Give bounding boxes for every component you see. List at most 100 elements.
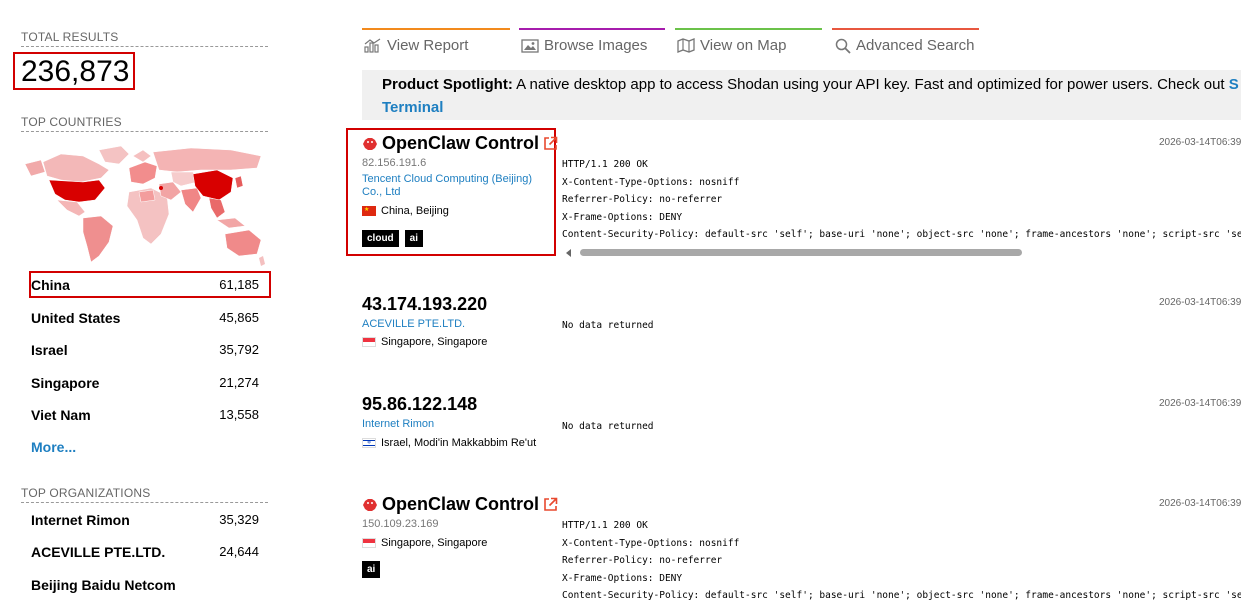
result-timestamp: 2026-03-14T06:39 [1159,398,1241,409]
banner-line: Referrer-Policy: no-referrer [562,194,723,205]
tab-label: Advanced Search [856,37,975,54]
tab-advanced-search[interactable]: Advanced Search [835,37,974,54]
banner-line: Referrer-Policy: no-referrer [562,555,723,566]
country-row-viet-nam[interactable]: Viet Nam 13,558 [31,407,259,423]
banner-line: HTTP/1.1 200 OK [562,159,648,170]
total-results-title: TOTAL RESULTS [21,30,119,44]
search-icon [835,38,851,54]
tag-ai[interactable]: ai [404,230,424,247]
tab-view-report[interactable]: View Report [364,37,468,54]
location-text: China, Beijing [381,205,449,217]
result-timestamp: 2026-03-14T06:39 [1159,297,1241,308]
country-row-israel[interactable]: Israel 35,792 [31,342,259,358]
favicon-icon [363,498,377,511]
result-banner: No data returned [562,317,654,335]
tag-ai[interactable]: ai [362,561,381,578]
top-countries-title: TOP COUNTRIES [21,115,122,129]
result-location: ★ China, Beijing [362,205,449,217]
favicon-icon [363,137,377,150]
result-org[interactable]: Internet Rimon [362,418,434,430]
tab-view-on-map[interactable]: View on Map [677,37,786,54]
external-link-icon[interactable] [543,136,558,151]
org-count: 24,644 [219,544,259,559]
tab-browse-images[interactable]: Browse Images [521,37,647,54]
singapore-flag-icon [362,337,376,347]
result-ip[interactable]: 82.156.191.6 [362,157,426,169]
result-org[interactable]: ACEVILLE PTE.LTD. [362,318,465,330]
result-timestamp: 2026-03-14T06:39 [1159,137,1241,148]
result-title-row[interactable]: OpenClaw Control [362,133,558,154]
map-icon [677,38,695,53]
country-count: 61,185 [219,277,259,292]
horizontal-scrollbar[interactable] [564,248,1241,257]
country-name: Israel [31,342,68,358]
result-title[interactable]: OpenClaw Control [382,133,539,154]
result-banner: HTTP/1.1 200 OK X-Content-Type-Options: n… [562,517,1241,605]
world-map[interactable] [21,142,267,268]
tab-label: View Report [387,37,469,54]
israel-flag-icon: ✡ [362,438,376,448]
banner-line: No data returned [562,320,654,331]
scroll-left-arrow-icon[interactable] [566,249,571,257]
org-name: Beijing Baidu Netcom [31,577,176,593]
country-name: China [31,277,70,293]
country-row-china[interactable]: China 61,185 [31,277,259,293]
chart-icon [364,38,381,53]
tab-underline [675,28,822,30]
spotlight-bold: Product Spotlight: [382,76,513,93]
result-location: ✡ Israel, Modi'in Makkabbim Re'ut [362,437,536,449]
country-count: 21,274 [219,375,259,390]
result-org[interactable]: Tencent Cloud Computing (Beijing) Co., L… [362,173,542,199]
country-name: United States [31,310,121,326]
scrollbar-thumb[interactable] [580,249,1022,256]
divider [21,131,268,132]
location-text: Singapore, Singapore [381,537,488,549]
banner-line: HTTP/1.1 200 OK [562,520,648,531]
country-count: 35,792 [219,342,259,357]
org-row-internet-rimon[interactable]: Internet Rimon 35,329 [31,512,259,528]
singapore-flag-icon [362,538,376,548]
result-tags: ai [362,561,381,578]
china-flag-icon: ★ [362,206,376,216]
more-countries-link[interactable]: More... [31,439,76,455]
spotlight-link[interactable]: S [1229,76,1239,93]
total-results-value: 236,873 [21,55,130,88]
country-row-united-states[interactable]: United States 45,865 [31,310,259,326]
result-banner: No data returned [562,418,654,436]
banner-line: Content-Security-Policy: default-src 'se… [562,229,1241,240]
org-row-aceville[interactable]: ACEVILLE PTE.LTD. 24,644 [31,544,259,560]
banner-line: X-Content-Type-Options: nosniff [562,537,740,549]
org-row-beijing-baidu[interactable]: Beijing Baidu Netcom [31,577,259,593]
result-timestamp: 2026-03-14T06:39 [1159,498,1241,509]
top-organizations-title: TOP ORGANIZATIONS [21,486,151,500]
tag-cloud[interactable]: cloud [362,230,399,247]
result-tags: cloud ai [362,230,424,247]
country-name: Viet Nam [31,407,91,423]
banner-line: X-Frame-Options: DENY [562,211,683,223]
org-name: Internet Rimon [31,512,130,528]
result-ip[interactable]: 150.109.23.169 [362,518,438,530]
tab-label: Browse Images [544,37,648,54]
spotlight-text: A native desktop app to access Shodan us… [512,76,1229,93]
country-count: 13,558 [219,407,259,422]
tab-underline [519,28,665,30]
location-text: Israel, Modi'in Makkabbim Re'ut [381,437,537,449]
external-link-icon[interactable] [543,497,558,512]
org-count: 35,329 [219,512,259,527]
result-title-row[interactable]: OpenClaw Control [362,494,558,515]
divider [21,46,268,47]
spotlight-link-terminal[interactable]: Terminal [382,99,443,116]
country-name: Singapore [31,375,100,391]
result-title[interactable]: 95.86.122.148 [362,394,477,415]
result-location: Singapore, Singapore [362,336,487,348]
product-spotlight: Product Spotlight: A native desktop app … [362,70,1241,120]
tab-underline [362,28,510,30]
country-count: 45,865 [219,310,259,325]
tab-underline [832,28,979,30]
country-row-singapore[interactable]: Singapore 21,274 [31,375,259,391]
org-name: ACEVILLE PTE.LTD. [31,544,166,560]
result-title[interactable]: 43.174.193.220 [362,294,487,315]
result-title[interactable]: OpenClaw Control [382,494,539,515]
result-banner: HTTP/1.1 200 OK X-Content-Type-Options: n… [562,156,1241,244]
banner-line: X-Frame-Options: DENY [562,572,683,584]
